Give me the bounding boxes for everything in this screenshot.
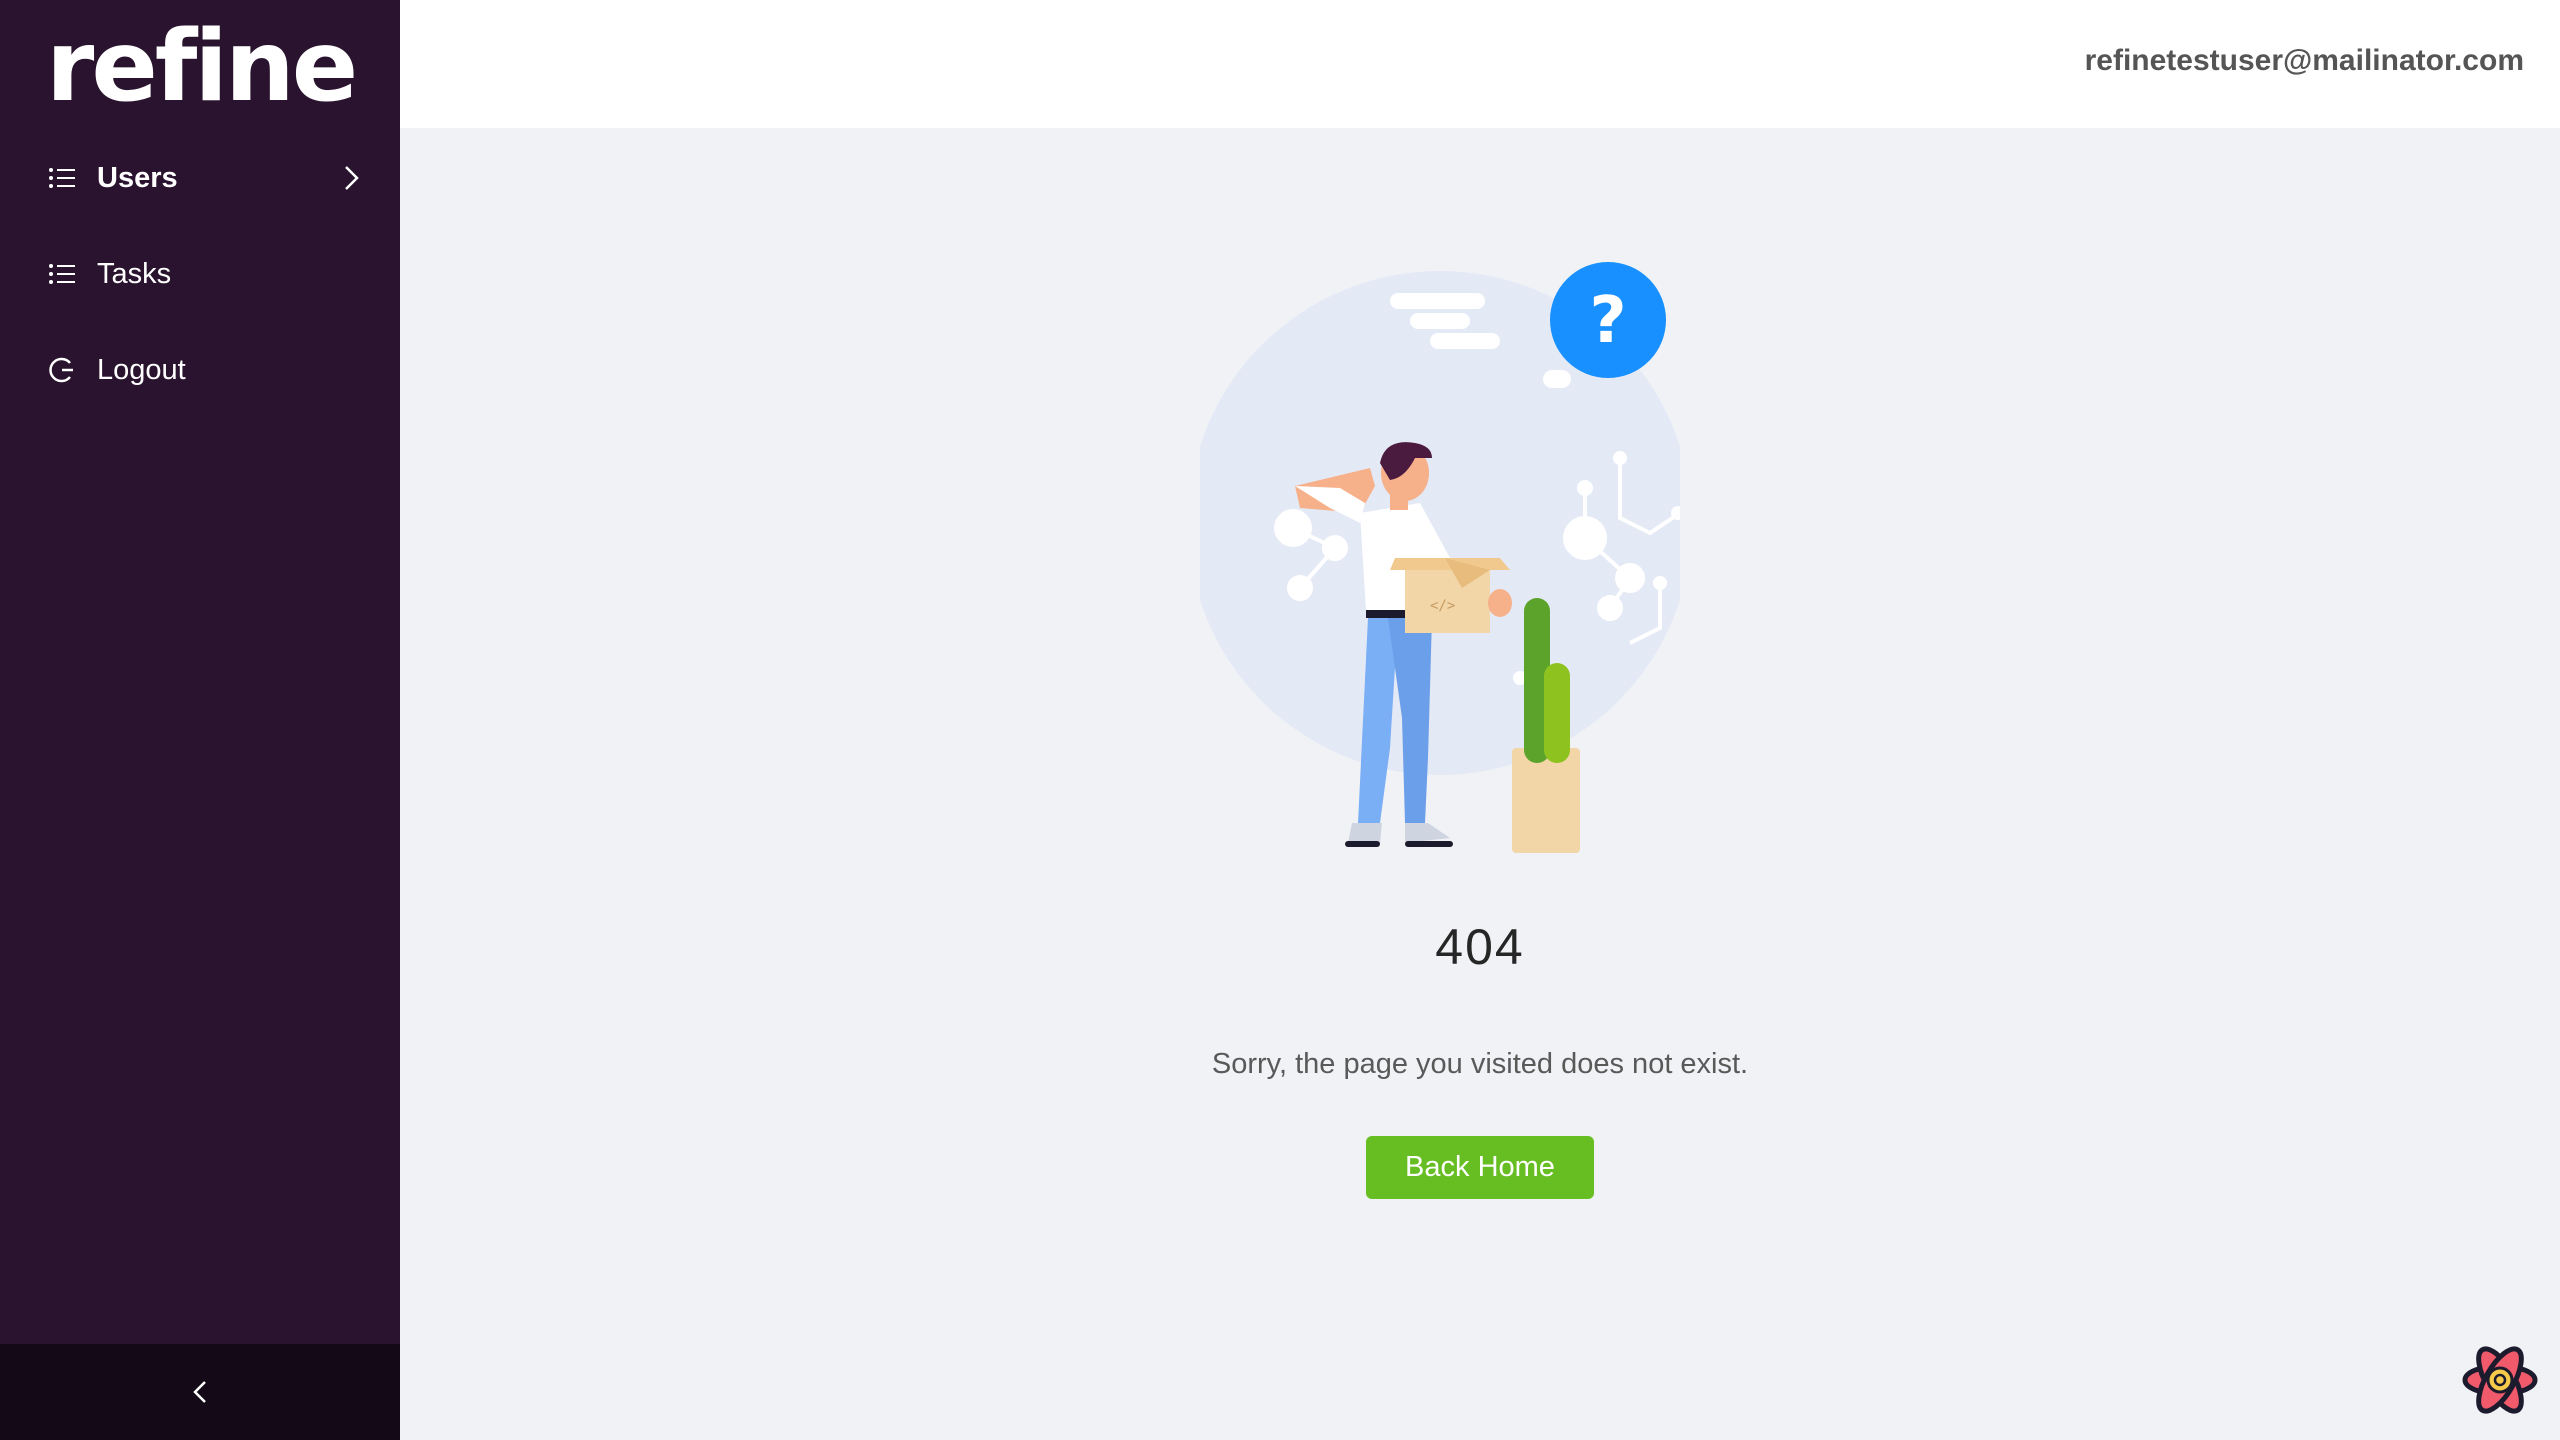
svg-text:?: ? <box>1589 284 1626 358</box>
chevron-right-icon <box>345 166 359 190</box>
back-home-button[interactable]: Back Home <box>1366 1136 1594 1199</box>
svg-text:refine: refine <box>46 20 355 115</box>
header: refinetestuser@mailinator.com <box>400 0 2560 128</box>
sidebar-menu: Users Tasks Logout <box>0 130 400 418</box>
error-message: Sorry, the page you visited does not exi… <box>1211 1048 1749 1080</box>
refine-logo[interactable]: refine <box>46 20 356 115</box>
sidebar-item-logout[interactable]: Logout <box>0 322 400 418</box>
not-found-illustration: ? </> <box>1200 262 1680 853</box>
main-content: ? </> 404 Sorry, the page you visited do… <box>400 128 2560 1440</box>
sidebar-item-label: Logout <box>97 353 186 386</box>
sidebar-item-users[interactable]: Users <box>0 130 400 226</box>
sidebar-collapse-button[interactable] <box>0 1344 400 1440</box>
logout-icon <box>47 355 77 385</box>
devtools-icon[interactable] <box>2460 1340 2540 1420</box>
sidebar: refine Users Tasks Logout <box>0 0 400 1440</box>
user-email: refinetestuser@mailinator.com <box>2084 44 2524 77</box>
error-status-code: 404 <box>1435 919 1525 975</box>
list-icon <box>47 259 77 289</box>
sidebar-item-tasks[interactable]: Tasks <box>0 226 400 322</box>
chevron-left-icon <box>193 1381 206 1403</box>
sidebar-item-label: Tasks <box>97 257 172 290</box>
svg-text:</>: </> <box>1430 598 1455 614</box>
list-icon <box>47 163 77 193</box>
sidebar-item-label: Users <box>97 161 178 194</box>
